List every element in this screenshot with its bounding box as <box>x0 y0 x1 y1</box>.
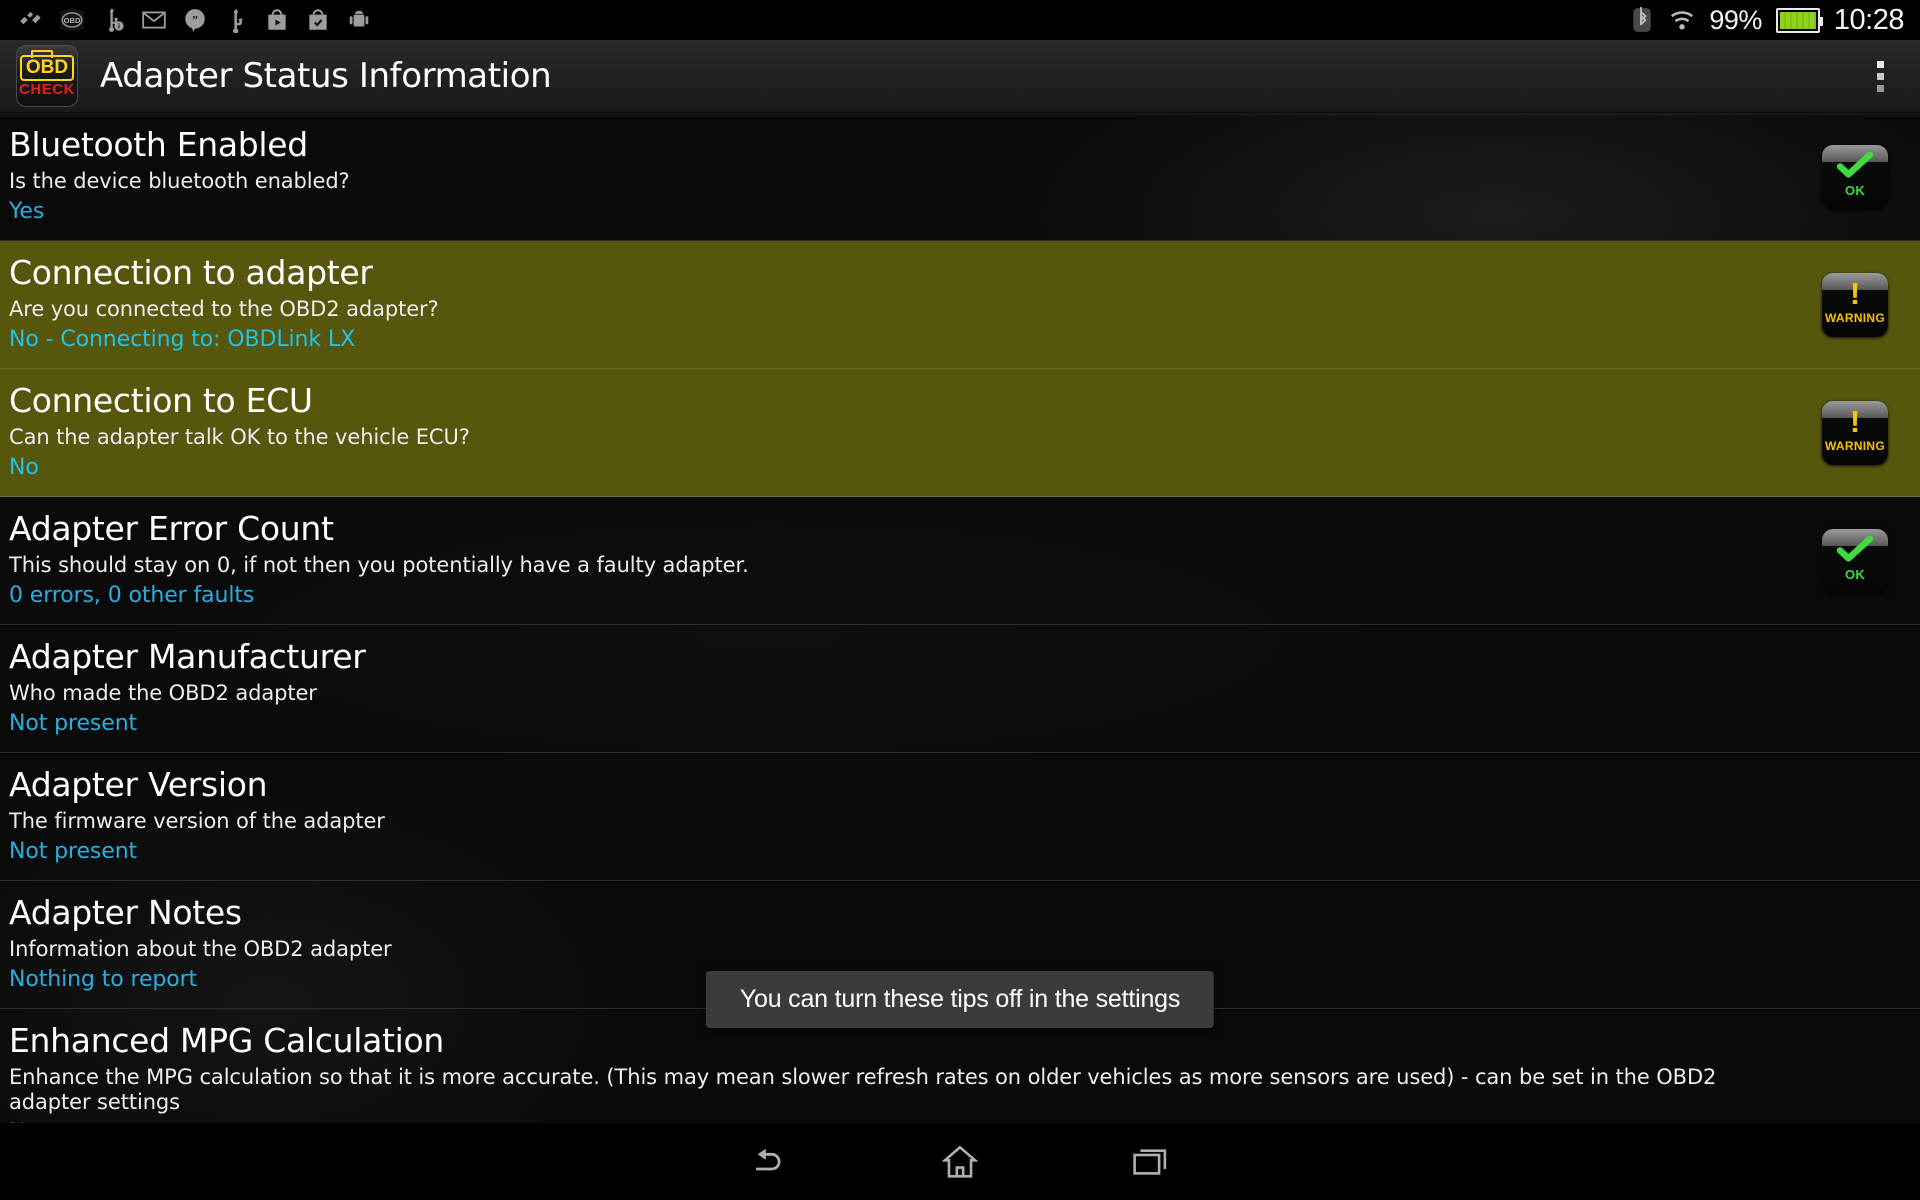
status-badge-warning: ! WARNING <box>1822 400 1888 465</box>
exclamation-icon: ! <box>1849 403 1861 439</box>
status-row-value: Yes <box>9 198 45 224</box>
recents-icon[interactable] <box>1055 1123 1245 1200</box>
status-bar-notification-icons: OBD i ” <box>0 7 372 33</box>
status-badge-label: WARNING <box>1824 310 1886 325</box>
svg-text:i: i <box>118 24 120 31</box>
status-bar-system-icons: 99% 10:28 <box>1629 4 1920 37</box>
status-row[interactable]: Connection to adapter Are you connected t… <box>0 241 1920 370</box>
status-row-description: Is the device bluetooth enabled? <box>9 168 350 193</box>
status-row-description: Who made the OBD2 adapter <box>9 681 317 706</box>
status-row[interactable]: Adapter Manufacturer Who made the OBD2 ad… <box>0 625 1920 754</box>
overflow-menu-icon[interactable] <box>1869 51 1892 102</box>
status-row-texts: Adapter Version The firmware version of t… <box>9 765 1920 864</box>
home-icon[interactable] <box>865 1123 1055 1200</box>
status-row-title: Connection to adapter <box>9 253 373 293</box>
battery-percent-label: 99% <box>1709 4 1762 35</box>
status-row-title: Adapter Notes <box>9 893 242 933</box>
status-row-description: Can the adapter talk OK to the vehicle E… <box>9 424 470 449</box>
status-badge-ok: OK <box>1822 528 1888 593</box>
navigation-bar <box>0 1123 1920 1200</box>
obd-check-app-icon[interactable]: OBD CHECK <box>16 45 78 107</box>
status-row-description: The firmware version of the adapter <box>9 809 385 834</box>
status-row-value: Not present <box>9 710 138 736</box>
status-row-texts: Connection to ECU Can the adapter talk OK… <box>9 381 1920 480</box>
usb-icon <box>223 7 249 33</box>
status-badge-label: OK <box>1844 182 1866 198</box>
status-badge-label: WARNING <box>1824 438 1886 453</box>
wifi-icon <box>1669 7 1695 33</box>
status-row[interactable]: Adapter Error Count This should stay on 0… <box>0 497 1920 626</box>
status-row[interactable]: Adapter Version The firmware version of t… <box>0 753 1920 882</box>
status-row[interactable]: Connection to ECU Can the adapter talk OK… <box>0 369 1920 498</box>
toast-message: You can turn these tips off in the setti… <box>705 971 1215 1028</box>
status-row-description: Enhance the MPG calculation so that it i… <box>9 1065 1717 1114</box>
status-row-value: No <box>9 454 39 480</box>
status-badge-warning: ! WARNING <box>1822 272 1888 337</box>
app-icon-engine-label: OBD <box>19 50 75 81</box>
status-row-description: Are you connected to the OBD2 adapter? <box>9 296 439 321</box>
status-row-title: Bluetooth Enabled <box>9 125 308 164</box>
hangouts-icon: ” <box>182 7 208 33</box>
status-row-value: No - Connecting to: OBDLink LX <box>9 326 356 352</box>
status-row-title: Adapter Error Count <box>9 509 334 549</box>
obd-icon: OBD <box>59 7 85 33</box>
exclamation-icon: ! <box>1849 275 1861 311</box>
plug-icon <box>18 7 44 33</box>
svg-text:OBD: OBD <box>64 16 81 25</box>
status-row-texts: Adapter Error Count This should stay on 0… <box>9 509 1920 608</box>
action-bar: OBD CHECK Adapter Status Information <box>0 40 1920 113</box>
battery-icon <box>1775 7 1823 33</box>
status-badge-label: OK <box>1844 566 1866 582</box>
status-row-title: Enhanced MPG Calculation <box>9 1021 445 1061</box>
status-row-title: Adapter Version <box>9 765 268 805</box>
usb-debug-icon: i <box>100 7 126 33</box>
play-store-icon <box>264 7 290 33</box>
status-row-texts: Enhanced MPG Calculation Enhance the MPG … <box>9 1021 1920 1123</box>
checkmark-icon <box>1836 150 1874 183</box>
svg-text:”: ” <box>192 12 198 26</box>
status-row-texts: Adapter Manufacturer Who made the OBD2 ad… <box>9 637 1920 736</box>
android-icon <box>346 7 372 33</box>
page-title: Adapter Status Information <box>100 56 552 96</box>
status-row-texts: Bluetooth Enabled Is the device bluetooth… <box>9 125 1920 224</box>
status-row-description: This should stay on 0, if not then you p… <box>9 553 749 577</box>
status-badge-ok: OK <box>1822 144 1888 209</box>
bluetooth-icon <box>1629 7 1655 33</box>
status-row-title: Adapter Manufacturer <box>9 637 366 677</box>
status-row[interactable]: Bluetooth Enabled Is the device bluetooth… <box>0 113 1920 242</box>
gmail-icon <box>141 7 167 33</box>
status-bar: OBD i ” 99% 10:28 <box>0 0 1920 40</box>
clock-label: 10:28 <box>1833 3 1905 36</box>
status-row-texts: Connection to adapter Are you connected t… <box>9 253 1920 352</box>
status-row-description: Information about the OBD2 adapter <box>9 937 392 962</box>
status-row-value: Not present <box>9 838 138 864</box>
status-row-value: 0 errors, 0 other faults <box>9 582 255 608</box>
app-icon-check-label: CHECK <box>19 81 75 98</box>
checkmark-icon <box>1836 534 1874 567</box>
play-store-checked-icon <box>305 7 331 33</box>
back-icon[interactable] <box>675 1123 865 1200</box>
android-screen: OBD i ” 99% 10:28 OBD CHECK Adapter Stat… <box>0 0 1920 1200</box>
status-row-title: Connection to ECU <box>9 381 313 421</box>
